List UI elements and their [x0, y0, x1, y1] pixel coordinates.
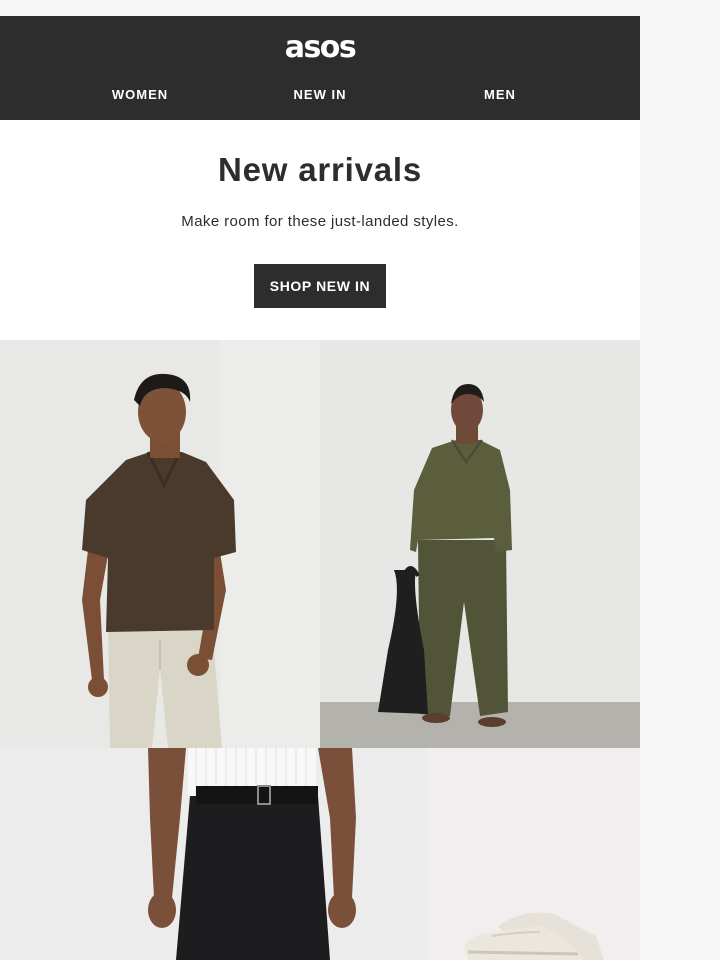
shop-new-in-button[interactable]: SHOP NEW IN — [254, 264, 386, 308]
product-image-brown-polo[interactable] — [0, 340, 320, 748]
nav-link-new-in[interactable]: NEW IN — [250, 86, 390, 104]
hero-subtitle: Make room for these just-landed styles. — [181, 213, 459, 230]
asos-logo[interactable]: asos — [0, 28, 640, 68]
product-image-black-trousers[interactable] — [0, 748, 428, 960]
product-image-white-sneakers[interactable] — [428, 748, 640, 960]
nav-link-women[interactable]: WOMEN — [70, 86, 210, 104]
email-container: asos WOMEN NEW IN MEN New arrivals Make … — [0, 16, 640, 960]
main-nav: WOMEN NEW IN MEN — [0, 86, 640, 104]
product-image-olive-outfit[interactable] — [320, 340, 640, 748]
page-background — [640, 0, 720, 960]
nav-link-men[interactable]: MEN — [430, 86, 570, 104]
hero-title: New arrivals — [217, 151, 423, 188]
header-bar: asos WOMEN NEW IN MEN — [0, 16, 640, 120]
hero-section: New arrivals Make room for these just-la… — [0, 120, 640, 340]
